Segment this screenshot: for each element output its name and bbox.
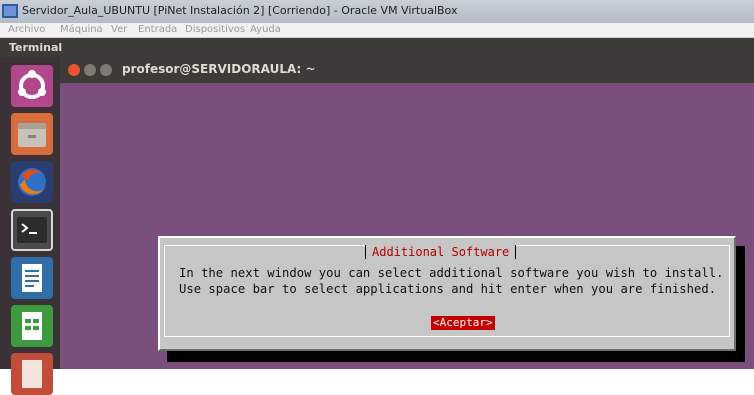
menu-maquina[interactable]: Máquina [60,24,103,35]
launcher-item-files[interactable] [11,113,53,155]
ubuntu-dash-icon [18,70,46,99]
terminal-icon [17,217,47,243]
menu-entrada[interactable]: Entrada [138,24,177,35]
terminal-title: profesor@SERVIDORAULA: ~ [122,62,316,76]
minimize-window-button[interactable] [84,64,96,76]
menu-archivo[interactable]: Archivo [8,24,45,35]
launcher-item-terminal[interactable] [11,209,53,251]
libreoffice-calc-icon [22,312,42,340]
dialog-message-line-2: Use space bar to select applications and… [179,282,717,296]
dialog-frame: Additional Software In the next window y… [164,245,730,337]
vbox-window-titlebar[interactable]: Servidor_Aula_UBUNTU [PiNet Instalación … [0,0,754,24]
menu-ver[interactable]: Ver [111,24,127,35]
libreoffice-impress-icon [22,360,42,388]
launcher-item-writer[interactable] [11,257,53,299]
menu-ayuda[interactable]: Ayuda [250,24,281,35]
ubuntu-top-panel: Terminal [0,38,754,57]
launcher-item-dash[interactable] [11,65,53,107]
launcher-item-impress[interactable] [11,353,53,395]
menu-dispositivos[interactable]: Dispositivos [185,24,245,35]
firefox-icon [18,168,46,196]
maximize-window-button[interactable] [100,64,112,76]
window-title: Servidor_Aula_UBUNTU [PiNet Instalación … [22,4,458,17]
close-window-button[interactable] [68,64,80,76]
additional-software-dialog: Additional Software In the next window y… [158,236,736,351]
virtualbox-icon [2,4,18,18]
files-icon [18,123,46,147]
dialog-message-line-1: In the next window you can select additi… [179,266,724,280]
unity-launcher [0,57,60,395]
launcher-item-calc[interactable] [11,305,53,347]
ok-button[interactable]: <Aceptar> [431,316,495,330]
vbox-menubar: Archivo Máquina Ver Entrada Dispositivos… [0,23,754,38]
terminal-titlebar[interactable]: profesor@SERVIDORAULA: ~ [60,57,754,83]
libreoffice-writer-icon [22,264,42,292]
dialog-title: Additional Software [365,245,517,259]
panel-app-title: Terminal [9,41,63,54]
launcher-item-firefox[interactable] [11,161,53,203]
